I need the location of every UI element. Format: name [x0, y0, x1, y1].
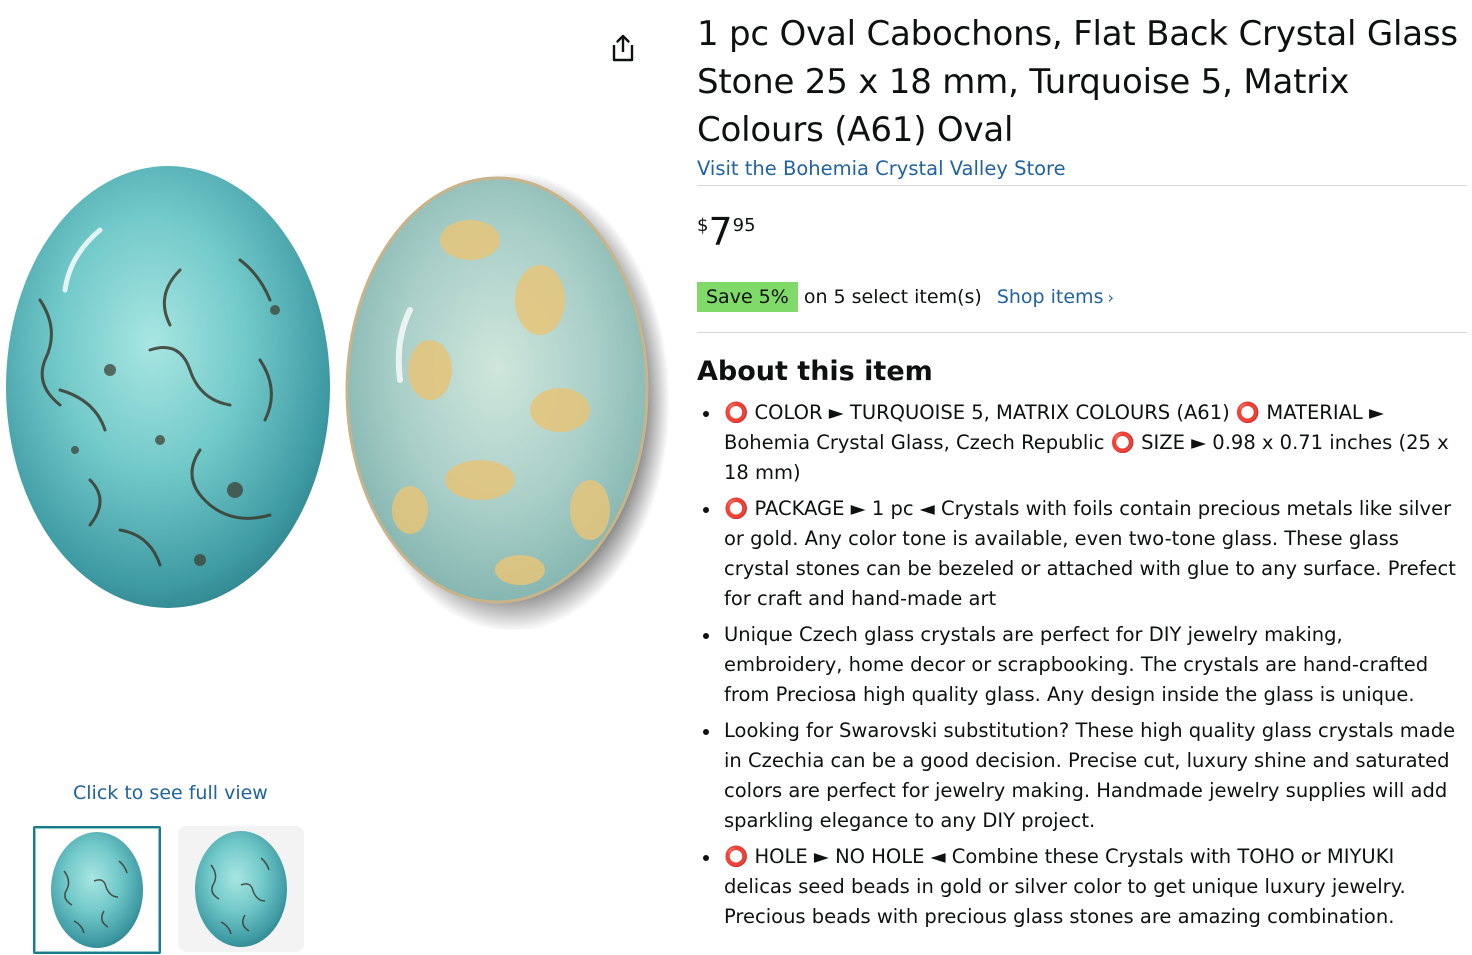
- product-title: 1 pc Oval Cabochons, Flat Back Crystal G…: [697, 14, 1458, 150]
- thumbnail-2[interactable]: [178, 826, 304, 952]
- feature-bullet: Unique Czech glass crystals are perfect …: [697, 620, 1467, 710]
- feature-bullet: ⭕ PACKAGE ► 1 pc ◄ Crystals with foils c…: [697, 494, 1467, 614]
- thumbnail-1[interactable]: [33, 826, 161, 954]
- feature-bullet: ⭕ HOLE ► NO HOLE ◄ Combine these Crystal…: [697, 842, 1467, 932]
- product-photo: [6, 166, 670, 630]
- shop-items-link[interactable]: Shop items ›: [997, 286, 1114, 308]
- feature-bullets: ⭕ COLOR ► TURQUOISE 5, MATRIX COLOURS (A…: [697, 398, 1467, 932]
- save-badge: Save 5%: [697, 282, 798, 312]
- main-product-image[interactable]: [0, 150, 670, 630]
- about-heading: About this item: [697, 356, 933, 387]
- share-button[interactable]: [604, 28, 642, 68]
- shop-items-label: Shop items: [996, 286, 1104, 308]
- divider: [697, 185, 1467, 186]
- chevron-right-icon: ›: [1107, 287, 1114, 307]
- thumbnail-image: [51, 832, 143, 948]
- feature-bullet: Looking for Swarovski substitution? Thes…: [697, 716, 1467, 836]
- price-whole: 7: [708, 210, 733, 254]
- thumbnail-image: [195, 831, 287, 947]
- promotion: Save 5% on 5 select item(s) Shop items ›: [697, 282, 1467, 312]
- price-symbol: $: [697, 215, 709, 236]
- divider: [697, 332, 1467, 333]
- promotion-text: on 5 select item(s): [803, 286, 982, 308]
- price: $ 7 95: [697, 210, 1467, 254]
- price-fraction: 95: [732, 215, 756, 236]
- store-link[interactable]: Visit the Bohemia Crystal Valley Store: [697, 157, 1066, 180]
- share-icon: [612, 34, 634, 62]
- full-view-link[interactable]: Click to see full view: [73, 782, 268, 804]
- product-info: 1 pc Oval Cabochons, Flat Back Crystal G…: [697, 10, 1467, 938]
- feature-bullet: ⭕ COLOR ► TURQUOISE 5, MATRIX COLOURS (A…: [697, 398, 1467, 488]
